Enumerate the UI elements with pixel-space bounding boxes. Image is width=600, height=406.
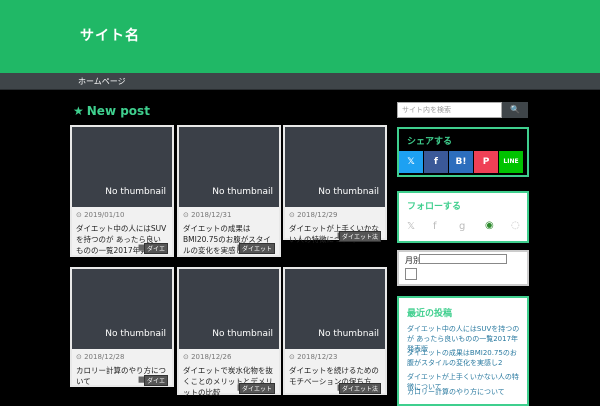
post-thumbnail[interactable]: No thumbnail [179,269,279,349]
post-date: ⊙ 2018/12/26 [183,353,232,361]
post-card[interactable]: No thumbnail ⊙ 2018/12/28 カロリー計算のやり方について… [70,267,174,387]
line-share-button[interactable]: LINE [499,151,523,173]
recent-title: 最近の投稿 [407,309,453,319]
hatena-share-button[interactable]: B! [449,151,473,173]
recent-post-link[interactable]: ダイエットの成果はBMI20.75のお腹がスタイルの変化を実感し2 [407,348,521,368]
new-post-label: New post [86,104,150,118]
search-button[interactable]: 🔍 [502,102,528,118]
facebook-share-button[interactable]: f [424,151,448,173]
post-date: ⊙ 2018/12/29 [289,211,338,219]
archive-checkbox[interactable] [405,268,417,280]
share-widget: シェアする 𝕏 f B! P LINE [397,127,529,177]
recent-post-link[interactable]: カロリー計算のやり方について [407,387,521,397]
post-date: ⊙ 2018/12/31 [183,211,232,219]
feed-icon[interactable]: ◉ [485,220,494,231]
share-title: シェアする [407,137,453,147]
post-card[interactable]: No thumbnail ⊙ 2018/12/29 ダイエットが上手くいかない人… [283,125,387,244]
recent-posts-widget: 最近の投稿 ダイエット中の人にはSUVを持つのが あったら良いものの一覧2017… [397,296,529,406]
post-thumbnail[interactable]: No thumbnail [179,127,279,207]
post-thumbnail[interactable]: No thumbnail [285,127,385,207]
post-card[interactable]: No thumbnail ⊙ 2019/01/10 ダイエット中の人にはSUVを… [70,125,174,257]
site-header: サイト名 [0,0,600,73]
post-thumbnail[interactable]: No thumbnail [285,269,385,349]
site-title[interactable]: サイト名 [80,25,140,45]
category-badge[interactable]: ダイエット法 [339,231,381,242]
post-thumbnail[interactable]: No thumbnail [72,127,172,207]
twitter-icon[interactable]: 𝕏 [407,221,415,232]
nav-bar: ホームページ [0,73,600,90]
search-icon: 🔍 [510,105,520,114]
facebook-icon[interactable]: f [433,221,437,232]
archive-widget: 月別: [397,250,529,286]
post-card[interactable]: No thumbnail ⊙ 2018/12/26 ダイエットで炭水化物を抜くこ… [177,267,281,397]
pocket-share-button[interactable]: P [474,151,498,173]
search-form: サイト内を検索 🔍 [397,102,528,118]
post-date: ⊙ 2018/12/28 [76,353,125,361]
category-badge[interactable]: ダイエ [144,243,168,254]
follow-widget: フォローする 𝕏 f g ◉ ◌ [397,191,529,243]
category-badge[interactable]: ダイエット [239,243,275,254]
category-badge[interactable]: ダイエ [144,375,168,386]
follow-title: フォローする [407,202,462,212]
category-badge[interactable]: ダイエット法 [339,383,381,394]
line-icon[interactable]: ◌ [511,220,520,231]
google-plus-icon[interactable]: g [459,221,465,232]
star-icon: ★ [73,104,84,118]
post-thumbnail[interactable]: No thumbnail [72,269,172,349]
twitter-share-button[interactable]: 𝕏 [399,151,423,173]
search-input[interactable]: サイト内を検索 [397,102,502,118]
post-date: ⊙ 2018/12/23 [289,353,338,361]
new-post-heading: ★ New post [73,104,150,118]
nav-item-home[interactable]: ホームページ [78,76,126,87]
archive-select[interactable] [419,254,507,264]
post-date: ⊙ 2019/01/10 [76,211,125,219]
category-badge[interactable]: ダイエット [239,383,275,394]
post-card[interactable]: No thumbnail ⊙ 2018/12/31 ダイエットの成果はBMI20… [177,125,281,257]
post-card[interactable]: No thumbnail ⊙ 2018/12/23 ダイエットを続けるためのモチ… [283,267,387,395]
